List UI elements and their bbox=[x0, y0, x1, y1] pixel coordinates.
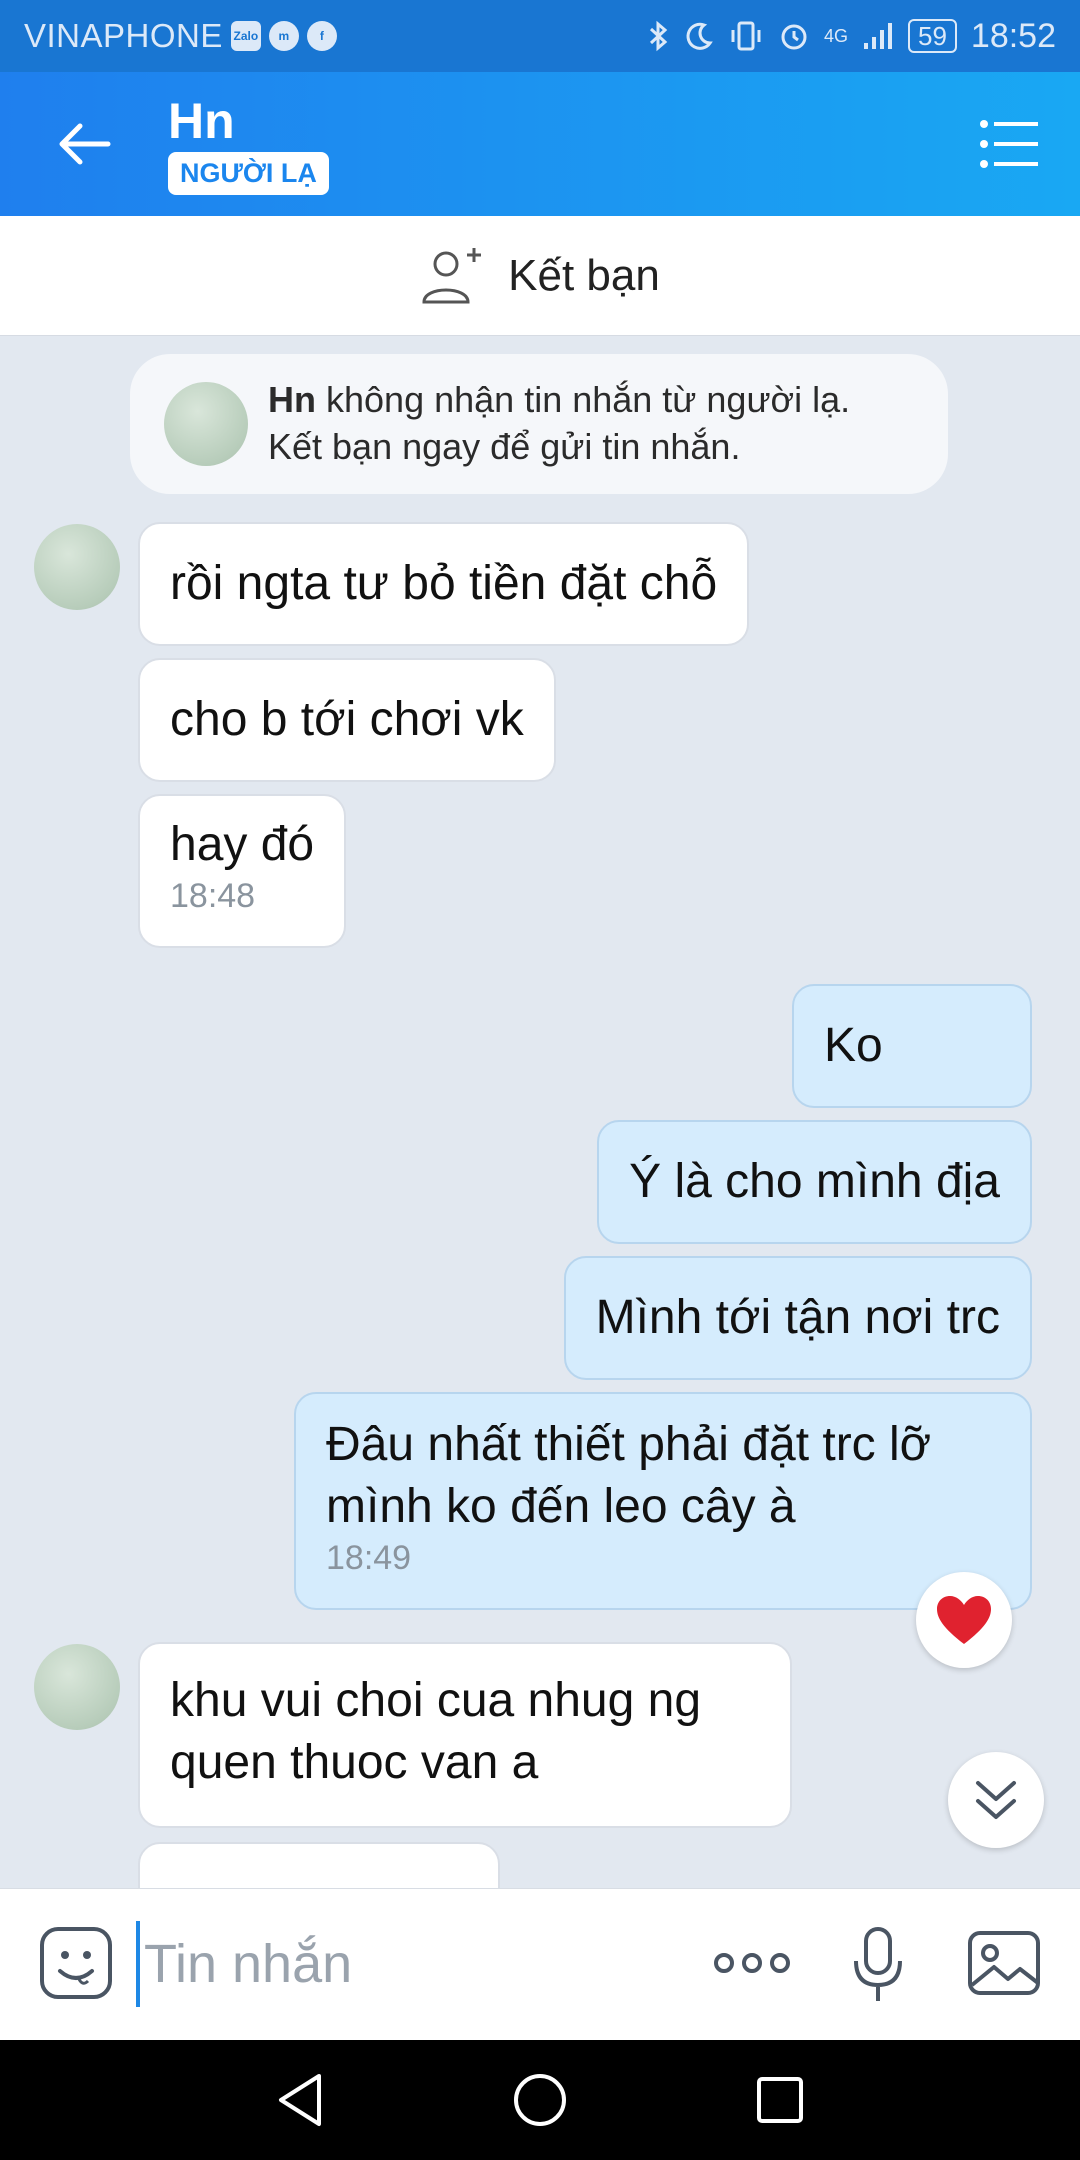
bluetooth-icon bbox=[649, 20, 668, 52]
circle-home-icon bbox=[514, 2074, 566, 2126]
status-bar: VINAPHONE Zalo m f 4G 59 18:52 bbox=[0, 0, 1080, 72]
contact-name[interactable]: Hn bbox=[168, 92, 235, 150]
list-menu-icon bbox=[980, 120, 1038, 168]
more-options-button[interactable] bbox=[712, 1943, 792, 1983]
notice-line1: không nhận tin nhắn từ người lạ. bbox=[326, 379, 851, 421]
message-text-line1: khu vui choi cua nhug ng bbox=[170, 1674, 702, 1727]
message-text-line2: mình ko đến leo cây à bbox=[326, 1480, 796, 1533]
battery-indicator: 59 bbox=[907, 19, 957, 53]
notice-line2: Kết bạn ngay để gửi tin nhắn. bbox=[268, 426, 741, 467]
message-text-line2: quen thuoc van a bbox=[170, 1736, 539, 1789]
message-text: cho b tới chơi vk bbox=[170, 693, 524, 746]
double-chevron-down-icon bbox=[976, 1781, 1016, 1819]
microphone-icon bbox=[854, 1927, 902, 2001]
message-bubble-outgoing[interactable]: Đâu nhất thiết phải đặt trc lỡ mình ko đ… bbox=[294, 1392, 1032, 1610]
emoji-icon bbox=[40, 1927, 112, 1999]
back-arrow-icon bbox=[59, 123, 111, 165]
add-friend-label: Kết bạn bbox=[508, 250, 660, 300]
message-bubble-incoming[interactable]: cho b tới chơi vk bbox=[138, 658, 556, 782]
message-text-line1: Đâu nhất thiết phải đặt trc lỡ bbox=[326, 1418, 932, 1471]
stranger-notice: Hn không nhận tin nhắn từ người lạ. Kết … bbox=[130, 354, 948, 494]
message-bubble-incoming[interactable] bbox=[138, 1842, 500, 1888]
triangle-back-icon bbox=[279, 2074, 321, 2126]
square-recents-icon bbox=[757, 2077, 803, 2123]
message-time: 18:49 bbox=[326, 1539, 412, 1577]
message-text: Ko bbox=[824, 1019, 883, 1072]
message-text: Ý là cho mình địa bbox=[629, 1155, 1000, 1208]
back-button[interactable] bbox=[48, 108, 120, 180]
message-list[interactable]: Hn không nhận tin nhắn từ người lạ. Kết … bbox=[0, 336, 1080, 1888]
message-bubble-outgoing[interactable]: Ý là cho mình địa bbox=[597, 1120, 1032, 1244]
battery-level: 59 bbox=[917, 20, 947, 51]
nav-back-button[interactable] bbox=[265, 2065, 335, 2135]
moon-icon bbox=[686, 22, 713, 50]
system-nav-bar bbox=[0, 2040, 1080, 2160]
voice-message-button[interactable] bbox=[848, 1925, 908, 2005]
message-text: Mình tới tận nơi trc bbox=[595, 1291, 1000, 1344]
notice-name: Hn bbox=[268, 379, 316, 421]
nav-home-button[interactable] bbox=[505, 2065, 575, 2135]
chat-header: Hn NGƯỜI LẠ bbox=[0, 72, 1080, 216]
message-time: 18:48 bbox=[170, 877, 256, 915]
message-bubble-incoming[interactable]: rồi ngta tư bỏ tiền đặt chỗ bbox=[138, 522, 750, 646]
scroll-to-bottom-button[interactable] bbox=[948, 1752, 1044, 1848]
more-dots-icon bbox=[714, 1953, 790, 1973]
image-icon bbox=[968, 1931, 1040, 1995]
alarm-icon bbox=[781, 24, 807, 50]
emoji-button[interactable] bbox=[38, 1925, 114, 2001]
message-input[interactable] bbox=[136, 1921, 656, 2007]
vibrate-icon bbox=[731, 21, 761, 51]
message-composer bbox=[0, 1888, 1080, 2040]
message-bubble-incoming[interactable]: hay đó 18:48 bbox=[138, 794, 347, 948]
menu-button[interactable] bbox=[978, 112, 1042, 176]
send-image-button[interactable] bbox=[966, 1925, 1042, 2001]
message-text: hay đó bbox=[170, 818, 315, 871]
message-bubble-outgoing[interactable]: Mình tới tận nơi trc bbox=[563, 1256, 1032, 1380]
nav-recents-button[interactable] bbox=[745, 2065, 815, 2135]
message-bubble-incoming[interactable]: khu vui choi cua nhug ng quen thuoc van … bbox=[138, 1642, 792, 1828]
add-friend-icon bbox=[422, 247, 482, 303]
message-bubble-outgoing[interactable]: Ko bbox=[792, 984, 1032, 1108]
carrier-name: VINAPHONE bbox=[24, 17, 223, 54]
stranger-badge: NGƯỜI LẠ bbox=[168, 152, 329, 195]
network-type: 4G bbox=[823, 25, 848, 46]
notice-text: Hn không nhận tin nhắn từ người lạ. Kết … bbox=[268, 377, 850, 471]
react-heart-button[interactable] bbox=[916, 1572, 1012, 1668]
zalo-icon: Zalo bbox=[230, 21, 261, 51]
message-text: rồi ngta tư bỏ tiền đặt chỗ bbox=[170, 557, 718, 610]
heart-icon bbox=[937, 1596, 991, 1644]
contact-avatar[interactable] bbox=[34, 1644, 120, 1730]
contact-avatar[interactable] bbox=[34, 524, 120, 610]
messenger-icon: m bbox=[268, 21, 299, 51]
facebook-icon: f bbox=[306, 21, 337, 51]
signal-icon bbox=[863, 23, 892, 49]
add-friend-button[interactable]: Kết bạn bbox=[0, 216, 1080, 336]
contact-avatar bbox=[164, 382, 248, 466]
status-time: 18:52 bbox=[970, 16, 1056, 55]
